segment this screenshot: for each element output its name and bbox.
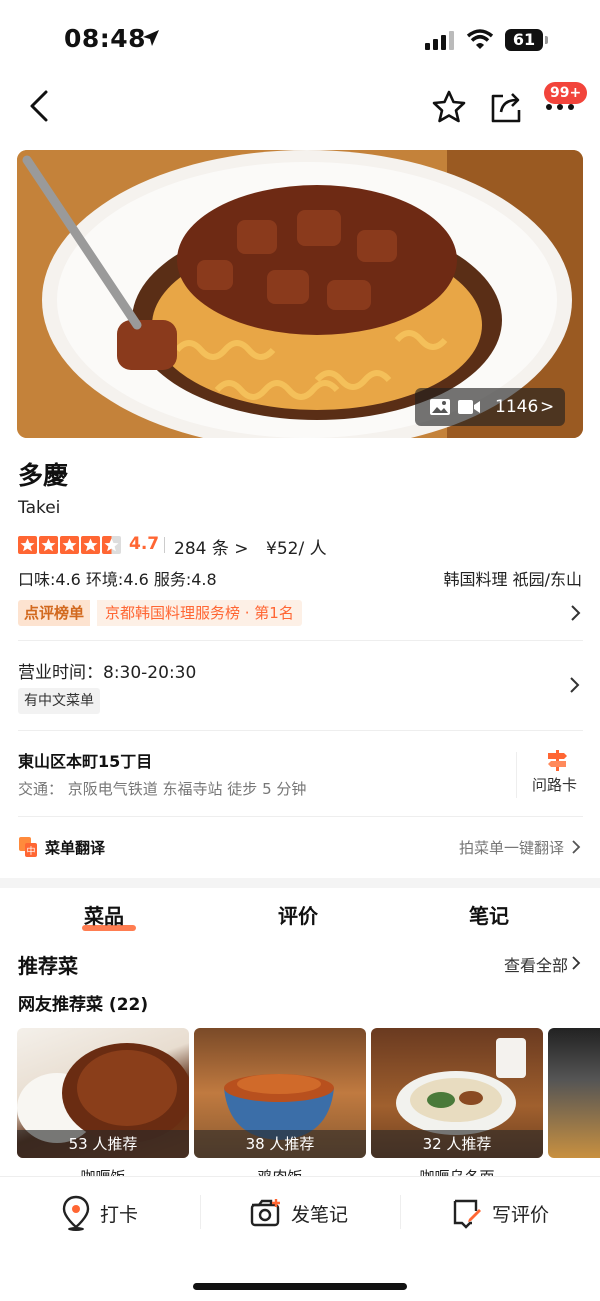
chevron-right-icon[interactable]	[570, 954, 582, 972]
checkin-button[interactable]: 打卡	[62, 1195, 162, 1231]
chevron-right-icon[interactable]	[568, 674, 582, 696]
wifi-icon	[466, 29, 494, 49]
dish-recommend-count: 38 人推荐	[194, 1130, 366, 1158]
write-review-label: 写评价	[492, 1204, 550, 1226]
rating-divider	[164, 537, 165, 553]
dish-card[interactable]: 53 人推荐	[17, 1028, 189, 1158]
notification-badge: 99+	[544, 82, 588, 104]
recommended-dishes-title: 推荐菜	[18, 954, 78, 978]
half-star-icon	[102, 536, 121, 554]
location-arrow-icon	[143, 30, 159, 46]
edit-review-icon	[453, 1199, 481, 1229]
business-hours[interactable]: 营业时间：8:30-20:30	[18, 658, 196, 683]
divider	[18, 730, 583, 731]
media-chevron: >	[540, 397, 555, 417]
battery-indicator: 61	[505, 29, 543, 51]
bottom-divider	[200, 1195, 201, 1229]
price-per-person: ¥52/ 人	[266, 539, 327, 559]
dish-recommend-count: 53 人推荐	[17, 1130, 189, 1158]
dish-recommend-count: 32 人推荐	[371, 1130, 543, 1158]
divider	[18, 816, 583, 817]
divider	[18, 640, 583, 641]
svg-text:中: 中	[26, 845, 35, 857]
home-indicator	[193, 1283, 407, 1290]
post-note-label: 发笔记	[291, 1204, 349, 1226]
tab-dishes[interactable]: 菜品	[84, 900, 124, 929]
bottom-action-bar: 打卡 发笔记 写评价	[0, 1176, 600, 1301]
star-icon	[60, 536, 79, 554]
ranking-text: 京都韩国料理服务榜 · 第1名	[97, 600, 302, 626]
ranking-tag: 点评榜单	[18, 600, 91, 626]
dish-card-partial[interactable]	[548, 1028, 600, 1158]
direction-card-label[interactable]: 问路卡	[532, 774, 577, 795]
media-count: 1146	[495, 397, 539, 417]
camera-plus-icon	[250, 1199, 280, 1227]
shop-name: 多慶	[18, 461, 69, 490]
chevron-right-icon	[572, 840, 581, 854]
shop-romaji-name: Takei	[18, 498, 61, 518]
rating-score: 4.7	[129, 534, 160, 554]
chevron-right-icon	[571, 605, 581, 621]
menu-translate-action[interactable]: 拍菜单一键翻译	[459, 837, 564, 858]
video-icon	[458, 400, 480, 414]
menu-translate-label[interactable]: 菜单翻译	[45, 837, 105, 858]
back-icon[interactable]	[22, 86, 58, 126]
dish-card[interactable]: 38 人推荐	[194, 1028, 366, 1158]
photo-icon	[430, 399, 450, 415]
bottom-divider	[400, 1195, 401, 1229]
cellular-signal-icon	[425, 31, 454, 50]
share-icon[interactable]	[487, 88, 525, 126]
category-location: 韩国料理 祇园/东山	[443, 570, 582, 589]
review-count-link[interactable]: 284 条 >	[174, 534, 249, 559]
star-rating	[18, 536, 122, 554]
section-separator	[0, 878, 600, 888]
chinese-menu-tag: 有中文菜单	[18, 688, 100, 714]
star-icon	[18, 536, 37, 554]
menu-translate-icon: 中	[19, 837, 37, 857]
tab-reviews[interactable]: 评价	[278, 900, 318, 929]
location-pin-icon	[62, 1195, 90, 1231]
see-all-link[interactable]: 查看全部	[504, 952, 568, 976]
favorite-star-icon[interactable]	[430, 88, 468, 126]
star-icon	[81, 536, 100, 554]
star-icon	[39, 536, 58, 554]
sub-scores: 口味:4.6 环境:4.6 服务:4.8	[18, 570, 217, 589]
dish-card[interactable]: 32 人推荐	[371, 1028, 543, 1158]
transit-info: 交通： 京阪电气铁道 东福寺站 徒步 5 分钟	[18, 780, 307, 798]
write-review-button[interactable]: 写评价	[452, 1195, 562, 1231]
media-gallery-button[interactable]: 1146 >	[415, 388, 565, 426]
tab-notes[interactable]: 笔记	[469, 900, 509, 929]
battery-tip	[545, 36, 548, 44]
ranking-row[interactable]: 点评榜单 京都韩国料理服务榜 · 第1名	[18, 600, 583, 626]
signpost-icon[interactable]	[546, 748, 568, 772]
status-time: 08:48	[64, 24, 147, 53]
post-note-button[interactable]: 发笔记	[249, 1195, 359, 1231]
address-line[interactable]: 東山区本町15丁目	[18, 748, 152, 772]
user-recommended-subtitle: 网友推荐菜 (22)	[18, 995, 149, 1015]
checkin-label: 打卡	[100, 1204, 139, 1226]
vertical-divider	[516, 752, 517, 798]
status-bar: 08:48 61	[0, 0, 600, 80]
